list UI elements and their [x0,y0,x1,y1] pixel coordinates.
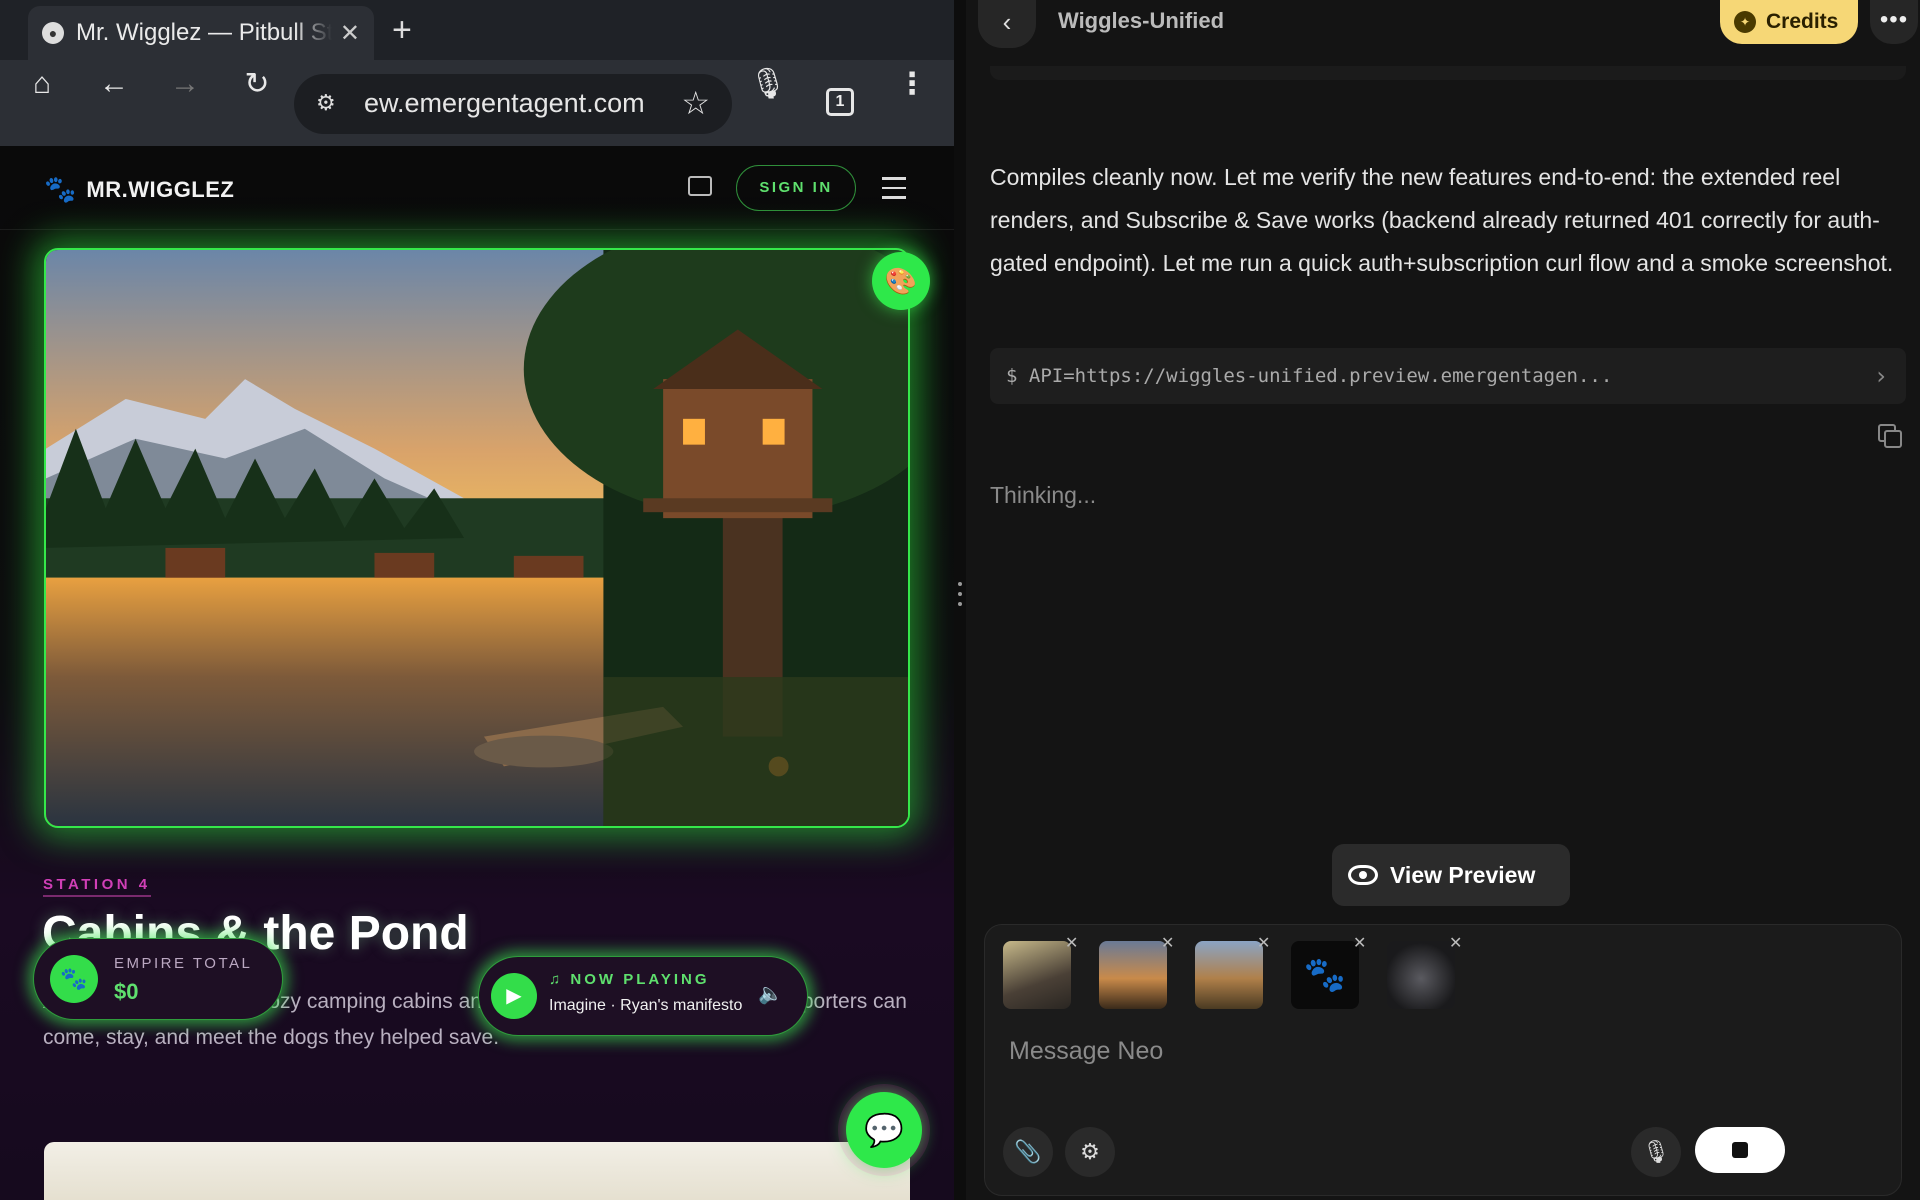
credits-button[interactable]: ✦ Credits [1720,0,1858,44]
now-playing-widget: ▶ ♫ NOW PLAYING Imagine · Ryan's manifes… [478,956,808,1036]
site-logo[interactable]: 🐾 MR.WIGGLEZ [44,174,234,205]
attachment-thumbnail[interactable] [1387,941,1455,1009]
address-url: ew.emergentagent.com [364,88,645,118]
attachment-thumbnail[interactable] [1099,941,1167,1009]
attachment-thumbnail[interactable] [1195,941,1263,1009]
previous-message-edge [990,66,1906,80]
hero-image [44,248,910,828]
view-preview-button[interactable]: View Preview [1332,844,1570,906]
empire-total-widget[interactable]: 🐾 EMPIRE TOTAL $0 [33,938,283,1020]
eye-icon [1348,865,1378,885]
site-favicon-icon: ● [42,22,64,44]
message-composer: ✕ ✕ ✕ 🐾 ✕ ✕ 📎 ⚙ 🎙 [984,924,1902,1196]
remove-attachment-icon[interactable]: ✕ [1065,933,1078,953]
tab-strip: ● Mr. Wigglez — Pitbull Str ✕ + [0,0,954,60]
empire-total-value: $0 [114,979,139,1004]
microphone-icon[interactable]: 🎙 [1631,1127,1681,1177]
attachment-thumbnail[interactable] [1003,941,1071,1009]
command-block[interactable]: $ API=https://wiggles-unified.preview.em… [990,348,1906,404]
mail-icon[interactable] [688,176,712,196]
site-settings-icon[interactable]: ⚙ [316,90,336,116]
browser-tab[interactable]: ● Mr. Wigglez — Pitbull Str ✕ [28,6,374,60]
cabins-pond-illustration [46,250,908,826]
webpage: 🐾 MR.WIGGLEZ SIGN IN 🎨 STATION 4 Cabins … [0,146,954,1200]
forward-arrow-icon[interactable]: → [170,67,200,101]
logo-text: MR.WIGGLEZ [86,176,235,202]
station-label: STATION 4 [43,876,151,897]
copy-icon[interactable] [1878,424,1902,448]
chevron-right-icon[interactable]: › [1876,348,1886,404]
back-chevron-icon[interactable]: ‹ [978,0,1036,48]
tab-close-icon[interactable]: ✕ [340,19,360,48]
thinking-status: Thinking... [990,482,1097,508]
project-name: Wiggles-Unified [1058,8,1225,33]
remove-attachment-icon[interactable]: ✕ [1449,933,1462,953]
remove-attachment-icon[interactable]: ✕ [1257,933,1270,953]
attach-paperclip-icon[interactable]: 📎 [1003,1127,1053,1177]
back-arrow-icon[interactable]: ← [99,67,129,101]
palette-icon[interactable]: 🎨 [872,252,930,310]
tab-count-button[interactable]: 1 [826,88,854,116]
sign-in-button[interactable]: SIGN IN [736,165,856,211]
hamburger-menu-icon[interactable] [882,177,906,206]
empire-total-label: EMPIRE TOTAL [114,955,253,972]
address-bar[interactable]: ⚙ ew.emergentagent.com ☆ [294,74,732,134]
bookmark-star-icon[interactable]: ☆ [681,84,710,122]
credits-label: Credits [1766,10,1839,33]
credits-coin-icon: ✦ [1734,11,1756,33]
next-section-image [44,1142,910,1200]
now-playing-header: ♫ NOW PLAYING [549,971,710,988]
more-options-icon[interactable]: ••• [1870,0,1918,44]
site-navbar: 🐾 MR.WIGGLEZ SIGN IN [0,146,954,230]
home-icon[interactable]: ⌂ [33,67,51,101]
reload-icon[interactable]: ↻ [244,67,269,102]
now-playing-label: NOW PLAYING [570,971,710,988]
agent-panel: ‹ Wiggles-Unified ✦ Credits ••• Compiles… [966,0,1920,1200]
now-playing-track: Imagine · Ryan's manifesto [549,997,743,1014]
paw-icon: 🐾 [50,955,98,1003]
remove-attachment-icon[interactable]: ✕ [1353,933,1366,953]
new-tab-button[interactable]: + [392,12,412,48]
view-preview-label: View Preview [1390,861,1536,888]
volume-icon[interactable]: 🔈 [758,981,783,1006]
agent-message: Compiles cleanly now. Let me verify the … [990,164,1894,276]
play-icon[interactable]: ▶ [491,973,537,1019]
message-input[interactable] [1007,1029,1867,1073]
split-divider-handle[interactable] [954,0,966,1200]
chat-bubble-button[interactable]: 💬 [846,1092,922,1168]
browser-window: ● Mr. Wigglez — Pitbull Str ✕ + ⌂ ← → ↻ … [0,0,954,1200]
remove-attachment-icon[interactable]: ✕ [1161,933,1174,953]
paw-icon: 🐾 [44,174,77,204]
paw-logo-thumbnail[interactable]: 🐾 [1291,941,1359,1009]
settings-sliders-icon[interactable]: ⚙ [1065,1127,1115,1177]
microphone-icon[interactable]: 🎙 [749,67,787,102]
browser-menu-icon[interactable]: ⋮ [897,67,927,102]
tab-title: Mr. Wigglez — Pitbull Str [76,19,332,46]
command-text: $ API=https://wiggles-unified.preview.em… [1006,365,1613,387]
stop-button[interactable] [1695,1127,1785,1173]
